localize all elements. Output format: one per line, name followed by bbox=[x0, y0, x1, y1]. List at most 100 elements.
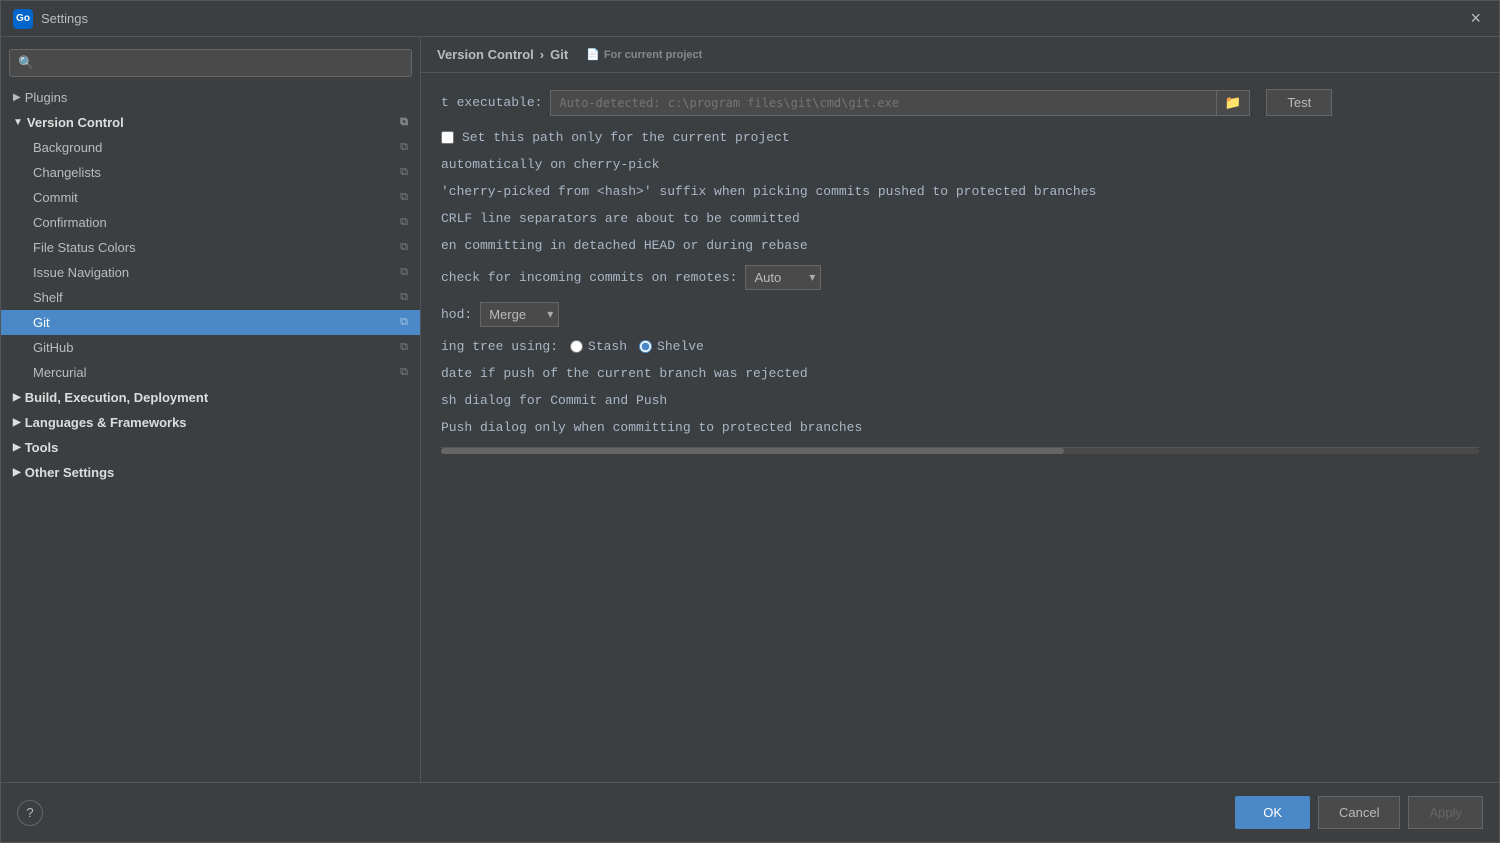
incoming-commits-row: check for incoming commits on remotes: A… bbox=[441, 265, 1479, 290]
shelve-radio[interactable] bbox=[639, 340, 652, 353]
sidebar-item-file-status-colors[interactable]: File Status Colors ⧉ bbox=[1, 235, 420, 260]
shelve-option: Shelve bbox=[639, 339, 704, 354]
scrollbar-thumb[interactable] bbox=[441, 448, 1064, 454]
main-content: Version Control › Git 📄 For current proj… bbox=[421, 37, 1499, 782]
copy-icon: ⧉ bbox=[400, 116, 408, 129]
sidebar: 🔍 ▶ Plugins ▼ Version Control ⧉ Backgrou… bbox=[1, 37, 421, 782]
search-box[interactable]: 🔍 bbox=[9, 49, 412, 77]
sidebar-item-label: Git bbox=[33, 315, 50, 330]
sidebar-item-commit[interactable]: Commit ⧉ bbox=[1, 185, 420, 210]
sidebar-item-label: File Status Colors bbox=[33, 240, 136, 255]
copy-icon: ⧉ bbox=[400, 316, 408, 329]
incoming-dropdown-wrap: Auto Always Never ▼ bbox=[745, 265, 821, 290]
incoming-label: check for incoming commits on remotes: bbox=[441, 270, 737, 285]
sidebar-item-label: Other Settings bbox=[25, 465, 115, 480]
footer-right: OK Cancel Apply bbox=[1235, 796, 1483, 829]
setting-text: automatically on cherry-pick bbox=[441, 157, 659, 172]
copy-icon: ⧉ bbox=[400, 341, 408, 354]
sidebar-item-label: Languages & Frameworks bbox=[25, 415, 187, 430]
scrollbar-area bbox=[441, 447, 1479, 455]
search-input[interactable] bbox=[40, 56, 403, 71]
method-label: hod: bbox=[441, 307, 472, 322]
setting-detached-head: en committing in detached HEAD or during… bbox=[441, 238, 1479, 253]
sidebar-item-label: Plugins bbox=[25, 90, 68, 105]
checkbox-path[interactable] bbox=[441, 131, 454, 144]
expand-icon: ▶ bbox=[13, 392, 21, 403]
sidebar-item-languages[interactable]: ▶ Languages & Frameworks bbox=[1, 410, 420, 435]
settings-panel: t executable: 📁 Test Set this path only … bbox=[421, 73, 1499, 782]
app-icon: Go bbox=[13, 9, 33, 29]
sidebar-item-label: Commit bbox=[33, 190, 78, 205]
setting-push-rejected: date if push of the current branch was r… bbox=[441, 366, 1479, 381]
sidebar-item-issue-navigation[interactable]: Issue Navigation ⧉ bbox=[1, 260, 420, 285]
sidebar-item-tools[interactable]: ▶ Tools bbox=[1, 435, 420, 460]
setting-text: sh dialog for Commit and Push bbox=[441, 393, 667, 408]
shelve-label: Shelve bbox=[657, 339, 704, 354]
setting-text: Push dialog only when committing to prot… bbox=[441, 420, 862, 435]
close-button[interactable]: × bbox=[1464, 6, 1487, 31]
project-label-text: For current project bbox=[604, 49, 702, 61]
stash-option: Stash bbox=[570, 339, 627, 354]
content-area: 🔍 ▶ Plugins ▼ Version Control ⧉ Backgrou… bbox=[1, 37, 1499, 782]
incoming-dropdown[interactable]: Auto Always Never bbox=[745, 265, 821, 290]
breadcrumb-parent: Version Control bbox=[437, 47, 534, 62]
executable-input[interactable] bbox=[550, 90, 1215, 116]
saving-label: ing tree using: bbox=[441, 339, 558, 354]
sidebar-item-version-control[interactable]: ▼ Version Control ⧉ bbox=[1, 110, 420, 135]
setting-cherry-pick: automatically on cherry-pick bbox=[441, 157, 1479, 172]
method-dropdown[interactable]: Merge Rebase bbox=[480, 302, 559, 327]
sidebar-item-label: Issue Navigation bbox=[33, 265, 129, 280]
sidebar-item-label: Confirmation bbox=[33, 215, 107, 230]
breadcrumb-separator: › bbox=[540, 47, 544, 62]
sidebar-item-plugins[interactable]: ▶ Plugins bbox=[1, 85, 420, 110]
sidebar-item-label: Build, Execution, Deployment bbox=[25, 390, 208, 405]
setting-text: en committing in detached HEAD or during… bbox=[441, 238, 808, 253]
setting-cherry-picked-suffix: 'cherry-picked from <hash>' suffix when … bbox=[441, 184, 1479, 199]
setting-commit-push-dialog: sh dialog for Commit and Push bbox=[441, 393, 1479, 408]
expand-icon: ▶ bbox=[13, 417, 21, 428]
apply-button[interactable]: Apply bbox=[1408, 796, 1483, 829]
copy-icon: ⧉ bbox=[400, 141, 408, 154]
setting-push-protected: Push dialog only when committing to prot… bbox=[441, 420, 1479, 435]
cancel-button[interactable]: Cancel bbox=[1318, 796, 1400, 829]
copy-icon: ⧉ bbox=[400, 241, 408, 254]
project-icon: 📄 bbox=[586, 48, 600, 61]
breadcrumb-current: Git bbox=[550, 47, 568, 62]
sidebar-item-label: GitHub bbox=[33, 340, 73, 355]
footer: ? OK Cancel Apply bbox=[1, 782, 1499, 842]
title-bar: Go Settings × bbox=[1, 1, 1499, 37]
test-button[interactable]: Test bbox=[1266, 89, 1332, 116]
copy-icon: ⧉ bbox=[400, 366, 408, 379]
scrollbar-track bbox=[441, 448, 1479, 454]
sidebar-item-git[interactable]: Git ⧉ bbox=[1, 310, 420, 335]
footer-left: ? bbox=[17, 800, 43, 826]
sidebar-item-mercurial[interactable]: Mercurial ⧉ bbox=[1, 360, 420, 385]
setting-text: CRLF line separators are about to be com… bbox=[441, 211, 800, 226]
sidebar-item-background[interactable]: Background ⧉ bbox=[1, 135, 420, 160]
sidebar-item-other-settings[interactable]: ▶ Other Settings bbox=[1, 460, 420, 485]
sidebar-item-changelists[interactable]: Changelists ⧉ bbox=[1, 160, 420, 185]
saving-tree-row: ing tree using: Stash Shelve bbox=[441, 339, 1479, 354]
folder-button[interactable]: 📁 bbox=[1216, 90, 1251, 116]
search-icon: 🔍 bbox=[18, 55, 34, 71]
sidebar-item-shelf[interactable]: Shelf ⧉ bbox=[1, 285, 420, 310]
setting-crlf: CRLF line separators are about to be com… bbox=[441, 211, 1479, 226]
copy-icon: ⧉ bbox=[400, 191, 408, 204]
sidebar-item-confirmation[interactable]: Confirmation ⧉ bbox=[1, 210, 420, 235]
sidebar-item-build-exec[interactable]: ▶ Build, Execution, Deployment bbox=[1, 385, 420, 410]
ok-button[interactable]: OK bbox=[1235, 796, 1310, 829]
executable-input-wrap: 📁 bbox=[550, 90, 1250, 116]
breadcrumb: Version Control › Git 📄 For current proj… bbox=[421, 37, 1499, 73]
copy-icon: ⧉ bbox=[400, 266, 408, 279]
sidebar-item-label: Background bbox=[33, 140, 102, 155]
expand-icon: ▶ bbox=[13, 442, 21, 453]
project-label: 📄 For current project bbox=[586, 48, 702, 61]
sidebar-item-github[interactable]: GitHub ⧉ bbox=[1, 335, 420, 360]
checkbox-path-label: Set this path only for the current proje… bbox=[462, 130, 790, 145]
executable-row: t executable: 📁 Test bbox=[441, 89, 1479, 116]
sidebar-item-label: Mercurial bbox=[33, 365, 86, 380]
help-button[interactable]: ? bbox=[17, 800, 43, 826]
sidebar-item-label: Shelf bbox=[33, 290, 63, 305]
stash-radio[interactable] bbox=[570, 340, 583, 353]
expand-icon: ▶ bbox=[13, 467, 21, 478]
